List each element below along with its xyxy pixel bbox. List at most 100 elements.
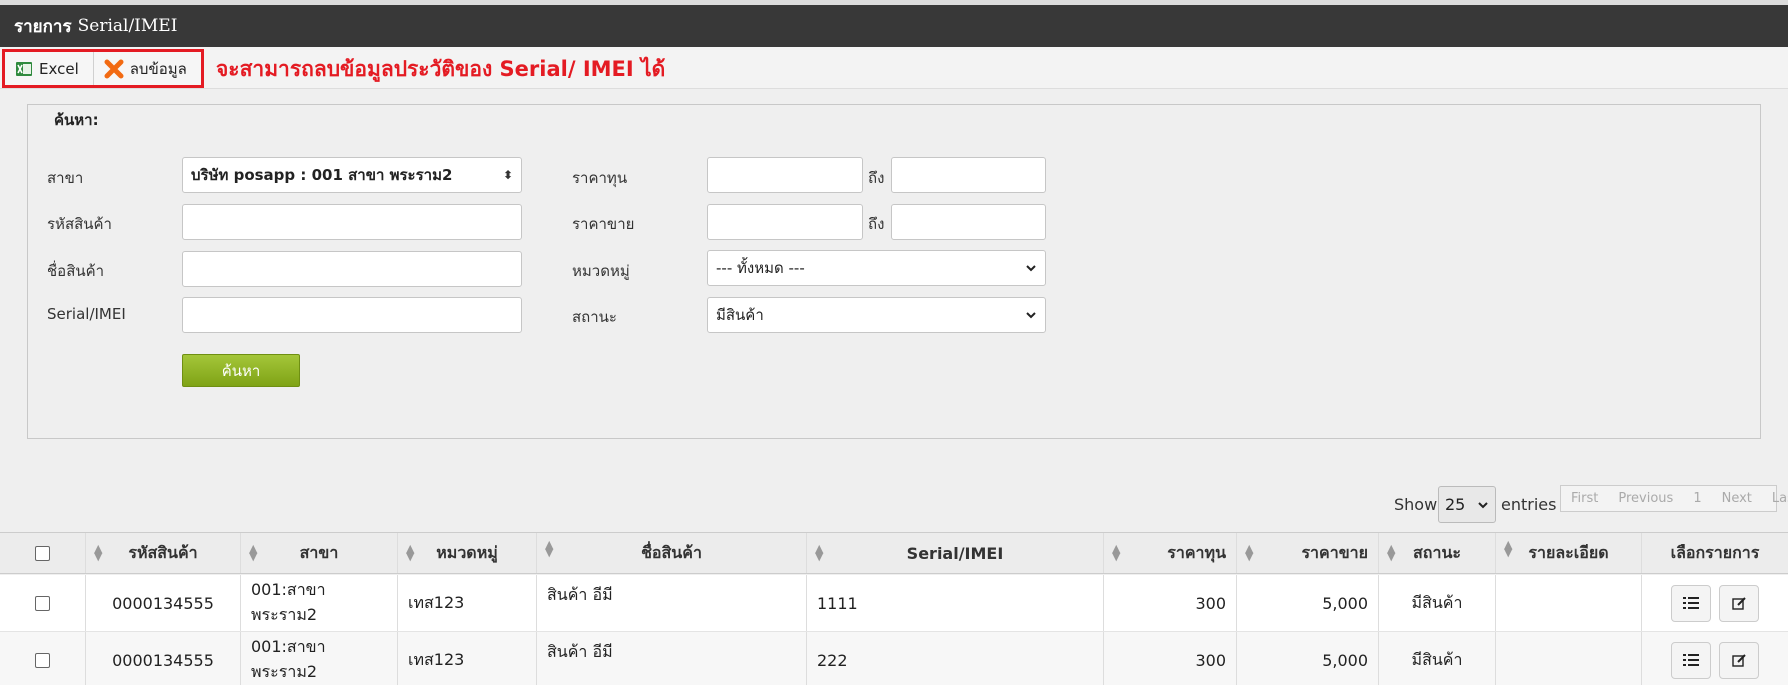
product-name-label: ชื่อสินค้า xyxy=(47,262,105,280)
header-branch[interactable]: ▲ ▼ สาขา xyxy=(241,533,398,573)
row-checkbox[interactable] xyxy=(35,595,50,611)
excel-button[interactable]: Excel xyxy=(5,52,94,85)
price-from-input[interactable] xyxy=(707,204,863,240)
chevron-down-icon xyxy=(1026,265,1036,272)
edit-icon xyxy=(1731,596,1746,610)
list-icon xyxy=(1683,654,1699,666)
category-label: หมวดหมู่ xyxy=(572,262,630,280)
branch-label: สาขา xyxy=(47,169,84,187)
sort-icon: ▲ ▼ xyxy=(1112,542,1121,563)
cell-price: 5,000 xyxy=(1237,575,1379,631)
branch-select[interactable]: บริษัท posapp : 001 สาขา พระราม2 ⬍ xyxy=(182,157,522,193)
header-detail-label: รายละเอียด xyxy=(1528,543,1609,562)
header-serial[interactable]: ▲ ▼ Serial/IMEI xyxy=(807,533,1104,573)
sort-icon: ▲ ▼ xyxy=(94,542,103,563)
header-price[interactable]: ▲ ▼ ราคาขาย xyxy=(1237,533,1379,573)
sort-icon: ▲ ▼ xyxy=(249,542,258,563)
cell-branch: 001:สาขา พระราม2 xyxy=(241,575,398,631)
cell-cost: 300 xyxy=(1104,575,1237,631)
cell-name: สินค้า อีมี xyxy=(537,575,807,631)
category-select-value: --- ทั้งหมด --- xyxy=(716,259,805,277)
table-row: 0000134555 001:สาขา พระราม2 เทส123 สินค้… xyxy=(0,632,1788,685)
cell-code: 0000134555 xyxy=(86,632,241,685)
row-checkbox[interactable] xyxy=(35,652,50,668)
header-price-label: ราคาขาย xyxy=(1301,542,1368,562)
price-to-label: ถึง xyxy=(868,215,885,233)
chevron-down-icon xyxy=(1478,501,1488,508)
pager-previous[interactable]: Previous xyxy=(1608,491,1683,506)
cost-label: ราคาทุน xyxy=(572,169,628,187)
status-select-value: มีสินค้า xyxy=(716,306,764,324)
sort-icon: ▲ ▼ xyxy=(1245,542,1254,563)
edit-button[interactable] xyxy=(1719,584,1759,622)
product-code-input[interactable] xyxy=(182,204,522,240)
sort-icon: ▲ ▼ xyxy=(1387,542,1396,563)
sort-icon: ▲ ▼ xyxy=(815,542,824,563)
table-row: 0000134555 001:สาขา พระราม2 เทส123 สินค้… xyxy=(0,575,1788,632)
updown-caret-icon: ⬍ xyxy=(502,168,513,182)
serial-input[interactable] xyxy=(182,297,522,333)
chevron-down-icon xyxy=(1026,312,1036,319)
serial-label: Serial/IMEI xyxy=(47,305,126,323)
cell-category: เทส123 xyxy=(398,632,537,685)
branch-select-value: บริษัท posapp : 001 สาขา พระราม2 xyxy=(191,166,453,184)
cost-to-label: ถึง xyxy=(868,169,885,187)
delete-x-icon xyxy=(104,59,124,79)
header-detail[interactable]: ▲ ▼ รายละเอียด xyxy=(1496,533,1642,573)
annotation-text: จะสามารถลบข้อมูลประวัติของ Serial/ IMEI … xyxy=(216,57,666,81)
category-select[interactable]: --- ทั้งหมด --- xyxy=(707,250,1046,286)
header-cost[interactable]: ▲ ▼ ราคาทุน xyxy=(1104,533,1237,573)
search-button[interactable]: ค้นหา xyxy=(182,354,300,387)
header-name-label: ชื่อสินค้า xyxy=(641,543,702,562)
excel-button-label: Excel xyxy=(39,59,79,78)
cell-price: 5,000 xyxy=(1237,632,1379,685)
product-name-input[interactable] xyxy=(182,251,522,287)
edit-icon xyxy=(1731,653,1746,667)
header-code-label: รหัสสินค้า xyxy=(128,542,198,562)
sort-icon: ▲ ▼ xyxy=(545,538,554,559)
header-cost-label: ราคาทุน xyxy=(1167,542,1226,562)
cell-category: เทส123 xyxy=(398,575,537,631)
pager-last[interactable]: Last xyxy=(1762,491,1788,506)
pager-next[interactable]: Next xyxy=(1712,491,1762,506)
header-category[interactable]: ▲ ▼ หมวดหมู่ xyxy=(398,533,537,573)
header-status-label: สถานะ xyxy=(1413,542,1461,562)
header-serial-label: Serial/IMEI xyxy=(906,543,1004,563)
entries-select-value: 25 xyxy=(1445,495,1466,514)
detail-list-button[interactable] xyxy=(1671,584,1711,622)
header-status[interactable]: ▲ ▼ สถานะ xyxy=(1379,533,1496,573)
status-label: สถานะ xyxy=(572,308,617,326)
header-select-all xyxy=(0,533,86,573)
page: รายการ Serial/IMEI Excel ลบข้อมูล จะสามา… xyxy=(0,0,1788,685)
cost-to-input[interactable] xyxy=(891,157,1046,193)
toolbar-highlight-box: Excel ลบข้อมูล xyxy=(2,49,204,88)
delete-button[interactable]: ลบข้อมูล xyxy=(94,52,201,85)
detail-list-button[interactable] xyxy=(1671,641,1711,679)
header-name[interactable]: ▲ ▼ ชื่อสินค้า xyxy=(537,533,807,573)
cell-status: มีสินค้า xyxy=(1379,632,1496,685)
cell-code: 0000134555 xyxy=(86,575,241,631)
status-select[interactable]: มีสินค้า xyxy=(707,297,1046,333)
cell-name: สินค้า อีมี xyxy=(537,632,807,685)
price-to-input[interactable] xyxy=(891,204,1046,240)
sort-icon: ▲ ▼ xyxy=(1504,538,1513,559)
cell-cost: 300 xyxy=(1104,632,1237,685)
cost-from-input[interactable] xyxy=(707,157,863,193)
edit-button[interactable] xyxy=(1719,641,1759,679)
entries-select[interactable]: 25 xyxy=(1438,486,1496,523)
header-actions-label: เลือกรายการ xyxy=(1670,542,1760,562)
pagination: First Previous 1 Next Last xyxy=(1560,485,1788,512)
cell-actions xyxy=(1642,575,1788,631)
pager-first[interactable]: First xyxy=(1561,491,1608,506)
cell-branch: 001:สาขา พระราม2 xyxy=(241,632,398,685)
select-all-checkbox[interactable] xyxy=(35,545,50,561)
cell-serial: 1111 xyxy=(807,575,1104,631)
product-code-label: รหัสสินค้า xyxy=(47,215,112,233)
search-legend: ค้นหา: xyxy=(46,108,107,132)
cell-actions xyxy=(1642,632,1788,685)
header-code[interactable]: ▲ ▼ รหัสสินค้า xyxy=(86,533,241,573)
entries-label: entries xyxy=(1501,495,1557,514)
cell-detail xyxy=(1496,632,1642,685)
row-checkbox-cell xyxy=(0,632,86,685)
pager-page[interactable]: 1 xyxy=(1683,491,1711,506)
